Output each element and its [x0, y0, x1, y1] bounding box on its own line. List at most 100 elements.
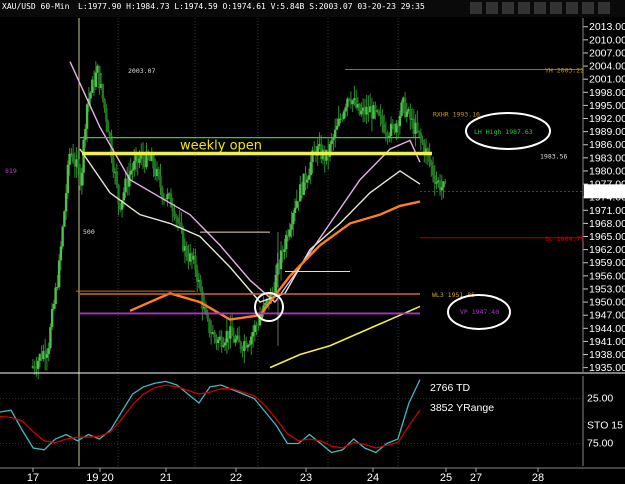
- candle-body: [138, 158, 141, 163]
- candle-body: [307, 175, 311, 180]
- xau-usd-chart: XAU/USD 60-Min L:1977.90 H:1984.73 L:197…: [0, 0, 625, 484]
- candle-body: [71, 153, 75, 163]
- candle-body: [405, 111, 409, 117]
- candle-body: [237, 335, 241, 343]
- date-tick-label: 27: [470, 472, 482, 484]
- cursor-icon[interactable]: [518, 2, 530, 14]
- osc-tick-label: STO 15: [587, 420, 623, 432]
- draw-icon[interactable]: [534, 2, 546, 14]
- candle-body: [169, 193, 173, 208]
- yrange-label: 3852 YRange: [430, 402, 494, 414]
- candle-body: [342, 111, 346, 119]
- candle-body: [409, 108, 412, 120]
- dots-icon[interactable]: [550, 2, 562, 14]
- header-quote: L:1977.90 H:1984.73 L:1974.59 O:1974.61 …: [78, 2, 425, 11]
- candle-body: [251, 332, 255, 337]
- candle-body: [171, 207, 174, 212]
- price-tick-label: 2013.00: [589, 21, 625, 33]
- candle-body: [84, 128, 87, 140]
- candle-body: [381, 116, 384, 125]
- candle-body: [344, 107, 347, 112]
- sl-label: SL 1964.70: [545, 235, 584, 243]
- date-tick-label: 23: [300, 472, 312, 484]
- candle-body: [131, 169, 134, 171]
- date-axis: 17 19 20 21 22 23 24 25 27 28: [27, 468, 544, 484]
- candle-body: [421, 139, 424, 144]
- candle-body: [213, 332, 216, 338]
- candle-body: [108, 132, 112, 137]
- price-tick-label: 1953.00: [589, 283, 625, 295]
- candle-body: [264, 302, 267, 306]
- candle-body: [374, 105, 377, 111]
- annotations: weekly open 2003.07 YH 2003.22 RXHR 1993.16…: [5, 66, 625, 346]
- date-tick-label: 25: [440, 472, 452, 484]
- candle-body: [66, 164, 70, 194]
- candle-body: [77, 159, 80, 169]
- candle-body: [89, 92, 92, 99]
- price-tick-label: 1935.00: [589, 362, 625, 374]
- price-tick-label: 1986.00: [589, 139, 625, 151]
- candle-body: [133, 160, 136, 170]
- candle-body: [430, 161, 433, 166]
- candle-body: [106, 121, 110, 133]
- right-icon[interactable]: [582, 2, 594, 14]
- left-icon[interactable]: [566, 2, 578, 14]
- vp-label: VP 1947.40: [460, 308, 499, 316]
- date-tick-label: 22: [230, 472, 242, 484]
- candle-body: [61, 226, 64, 247]
- date-tick-label: 28: [532, 472, 544, 484]
- price-tick-label: 1989.00: [589, 126, 625, 138]
- candle-body: [250, 336, 253, 345]
- candle-body: [288, 229, 291, 237]
- candle-body: [398, 115, 402, 127]
- label-2003: 2003.07: [128, 67, 155, 75]
- oscillator-panel: 25.00 STO 15 75.00 2766 TD 3852 YRange: [0, 376, 623, 466]
- candle-body: [129, 170, 132, 175]
- close-icon[interactable]: [598, 2, 610, 14]
- price-tick-label: 1941.00: [589, 336, 625, 348]
- text-icon[interactable]: [502, 2, 514, 14]
- price-tick-label: 1998.00: [589, 87, 625, 99]
- price-tick-label: 2004.00: [589, 61, 625, 73]
- ma-pink-line: [69, 61, 421, 304]
- candle-body: [377, 110, 381, 115]
- candle-body: [309, 162, 312, 176]
- yh-label: YH 2003.22: [545, 66, 584, 74]
- candle-body: [444, 181, 447, 183]
- price-tick-label: 1983.00: [589, 152, 625, 164]
- date-tick-label: 21: [160, 472, 172, 484]
- candle-body: [85, 104, 89, 129]
- date-tick-label: 17: [27, 472, 39, 484]
- candle-body: [283, 249, 286, 253]
- price-tick-label: 1944.00: [589, 323, 625, 335]
- candle-body: [122, 192, 125, 201]
- candle-body: [94, 72, 98, 87]
- candle-body: [306, 179, 309, 183]
- osc-tick-label: 25.00: [587, 393, 613, 405]
- refresh-icon[interactable]: [486, 2, 498, 14]
- candle-body: [166, 194, 169, 200]
- price-tick-label: 2010.00: [589, 34, 625, 46]
- candle-body: [105, 108, 108, 122]
- price-tick-label: 1992.00: [589, 113, 625, 125]
- candle-body: [49, 327, 52, 349]
- candle-body: [388, 136, 391, 138]
- arrows-icon[interactable]: [470, 2, 482, 14]
- candle-body: [389, 123, 393, 137]
- candle-body: [333, 129, 337, 138]
- candle-body: [419, 132, 423, 140]
- candle-body: [400, 102, 403, 116]
- candle-body: [152, 154, 155, 169]
- candle-body: [59, 246, 63, 261]
- candle-body: [285, 234, 288, 250]
- candle-body: [295, 200, 298, 208]
- candle-body: [417, 130, 421, 133]
- candle-body: [246, 345, 250, 348]
- candle-body: [431, 165, 435, 176]
- candle-body: [330, 140, 333, 145]
- price-tick-label: 1965.00: [589, 231, 625, 243]
- candle-body: [379, 114, 382, 117]
- price-tick-label: 1995.00: [589, 100, 625, 112]
- candle-body: [223, 342, 227, 346]
- candle-body: [248, 344, 251, 346]
